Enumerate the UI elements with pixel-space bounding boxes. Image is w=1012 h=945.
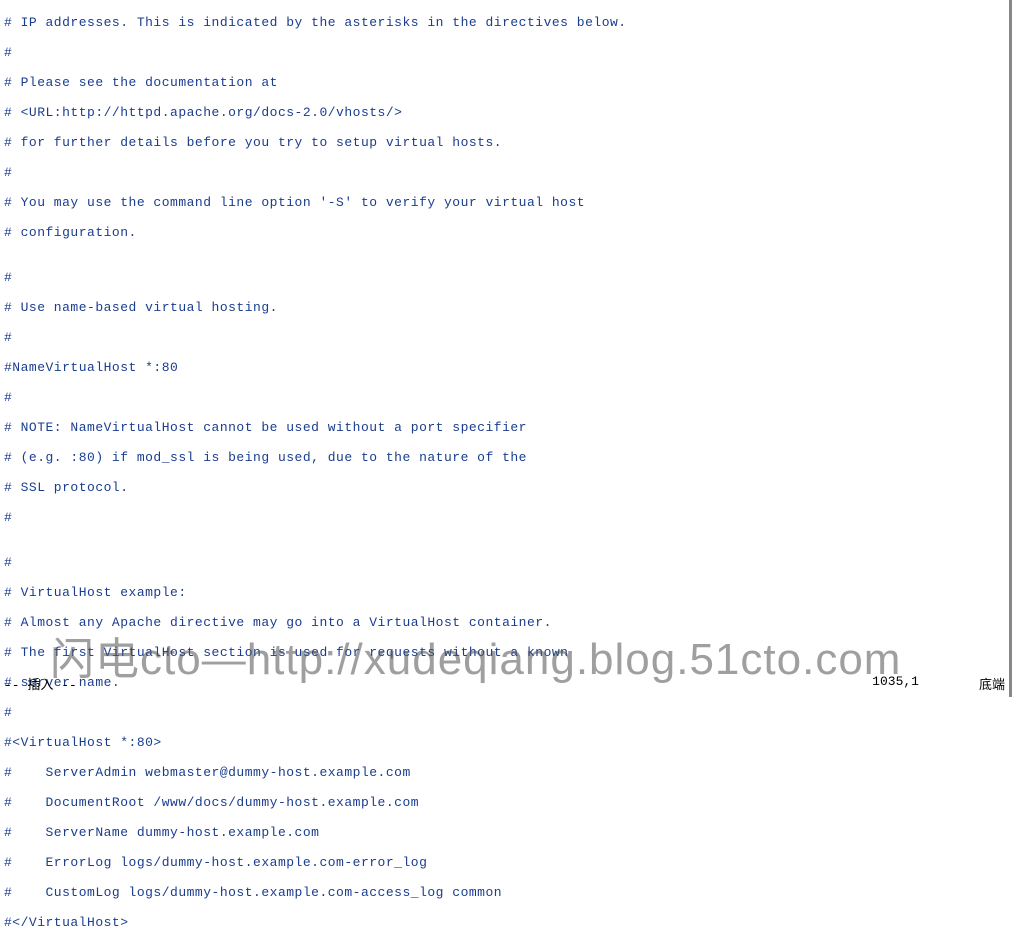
config-line: #: [4, 270, 1005, 285]
config-line: # Almost any Apache directive may go int…: [4, 615, 1005, 630]
config-line: # SSL protocol.: [4, 480, 1005, 495]
config-line: # NOTE: NameVirtualHost cannot be used w…: [4, 420, 1005, 435]
config-line: # <URL:http://httpd.apache.org/docs-2.0/…: [4, 105, 1005, 120]
config-line: # Use name-based virtual hosting.: [4, 300, 1005, 315]
cursor-position: 1035,1: [872, 674, 919, 693]
config-line: # ErrorLog logs/dummy-host.example.com-e…: [4, 855, 1005, 870]
config-line: # ServerName dummy-host.example.com: [4, 825, 1005, 840]
config-line: #: [4, 45, 1005, 60]
config-line: #: [4, 705, 1005, 720]
config-line: # Please see the documentation at: [4, 75, 1005, 90]
config-line: #: [4, 330, 1005, 345]
editor-text-area[interactable]: # IP addresses. This is indicated by the…: [0, 0, 1009, 945]
config-line: #</VirtualHost>: [4, 915, 1005, 930]
config-line: # (e.g. :80) if mod_ssl is being used, d…: [4, 450, 1005, 465]
config-line: #: [4, 390, 1005, 405]
config-line: # configuration.: [4, 225, 1005, 240]
config-line: # ServerAdmin webmaster@dummy-host.examp…: [4, 765, 1005, 780]
scroll-indicator: 底端: [979, 674, 1005, 693]
vim-mode-indicator: -- 插入 --: [4, 674, 77, 693]
config-line: # VirtualHost example:: [4, 585, 1005, 600]
config-line: # CustomLog logs/dummy-host.example.com-…: [4, 885, 1005, 900]
config-line: # You may use the command line option '-…: [4, 195, 1005, 210]
vim-status-bar: -- 插入 -- 1035,1 底端: [0, 674, 1009, 693]
config-line: #: [4, 555, 1005, 570]
config-line: #<VirtualHost *:80>: [4, 735, 1005, 750]
config-line: # IP addresses. This is indicated by the…: [4, 15, 1005, 30]
config-line: # The first VirtualHost section is used …: [4, 645, 1005, 660]
config-line: #: [4, 510, 1005, 525]
config-line: #NameVirtualHost *:80: [4, 360, 1005, 375]
config-line: # DocumentRoot /www/docs/dummy-host.exam…: [4, 795, 1005, 810]
config-line: #: [4, 165, 1005, 180]
config-line: # for further details before you try to …: [4, 135, 1005, 150]
